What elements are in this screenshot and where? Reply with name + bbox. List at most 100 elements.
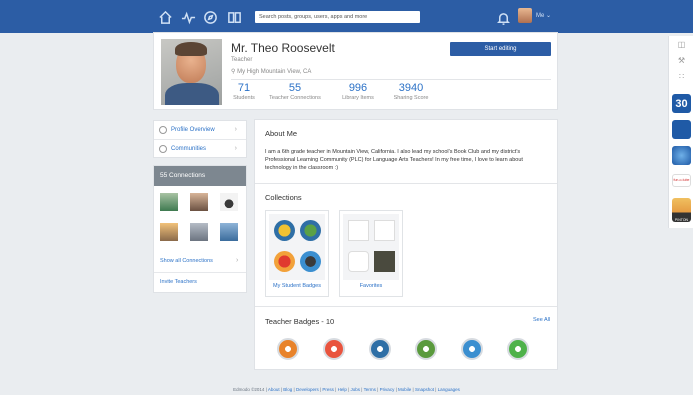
profile-header-card: Mr. Theo Roosevelt Teacher ⚲ My High Mou… — [153, 32, 558, 110]
divider — [154, 272, 246, 273]
home-icon[interactable] — [157, 9, 173, 25]
collection-favorites[interactable]: Favorites — [339, 210, 403, 297]
footer-link-about[interactable]: About — [268, 387, 280, 392]
footer-link-jobs[interactable]: Jobs — [351, 387, 361, 392]
right-app-rail: ◫ ⚒ ∷ 30 fun-o-tube PINTON — [668, 36, 693, 228]
divider — [255, 306, 557, 307]
teacher-badge[interactable] — [415, 338, 437, 360]
user-menu-label[interactable]: Me ⌄ — [536, 12, 551, 19]
stat-value: 55 — [288, 82, 302, 94]
stat-label: Sharing Score — [393, 95, 429, 101]
teacher-badge[interactable] — [277, 338, 299, 360]
stat-label: Students — [233, 95, 255, 101]
footer-link-blog[interactable]: Blog — [283, 387, 292, 392]
school-label: My High Mountain View, CA — [237, 69, 312, 75]
badge-thumb — [274, 220, 295, 241]
footer-link-snapshot[interactable]: Snapshot — [415, 387, 434, 392]
pinton-app-icon[interactable]: PINTON — [672, 198, 691, 222]
collection-my-student-badges[interactable]: My Student Badges — [265, 210, 329, 297]
connection-avatar[interactable] — [190, 193, 208, 211]
wrench-icon[interactable]: ⚒ — [674, 56, 689, 66]
image-thumb — [374, 251, 395, 272]
teacher-badges-title: Teacher Badges - 10 — [265, 317, 335, 326]
sidebar-nav: Profile Overview › Communities › — [153, 120, 247, 158]
connections-card: 55 Connections Show all Connections › In… — [153, 165, 247, 293]
stat-label: Library Items — [342, 95, 374, 101]
footer-link-developers[interactable]: Developers — [296, 387, 319, 392]
collection-preview — [343, 214, 399, 280]
collection-preview — [269, 214, 325, 280]
divider — [231, 79, 551, 80]
teacher-badge[interactable] — [507, 338, 529, 360]
backpack-icon[interactable]: ◫ — [674, 40, 689, 50]
profile-school: ⚲ My High Mountain View, CA — [231, 68, 311, 75]
about-title: About Me — [265, 129, 298, 138]
footer-link-press[interactable]: Press — [322, 387, 334, 392]
apps-grid-icon[interactable]: ∷ — [674, 72, 689, 82]
see-all-badges-link[interactable]: See All — [533, 317, 550, 323]
sidebar-item-profile-overview[interactable]: Profile Overview › — [154, 121, 246, 139]
sidebar-item-label: Profile Overview — [171, 127, 215, 133]
stat-sharing-score[interactable]: 3940 Sharing Score — [391, 82, 431, 101]
badge-thumb — [300, 220, 321, 241]
chat-bubble-icon — [348, 251, 369, 272]
connections-title: 55 Connections — [154, 166, 246, 186]
calendar-app-icon[interactable]: 30 — [672, 94, 691, 113]
collection-label: My Student Badges — [272, 283, 321, 289]
connection-avatar[interactable] — [190, 223, 208, 241]
location-pin-icon: ⚲ — [231, 69, 236, 75]
footer: Edmodo ©2014 | About | Blog | Developers… — [233, 387, 460, 392]
footer-link-help[interactable]: Help — [338, 387, 347, 392]
sidebar-item-label: Communities — [171, 146, 207, 152]
teacher-badge[interactable] — [461, 338, 483, 360]
globe-icon — [374, 220, 395, 241]
globe-icon — [159, 145, 167, 153]
teacher-badge[interactable] — [369, 338, 391, 360]
collections-title: Collections — [265, 193, 302, 202]
sidebar-item-communities[interactable]: Communities › — [154, 140, 246, 158]
divider — [255, 183, 557, 184]
fun-o-tube-app-icon[interactable]: fun-o-tube — [672, 174, 691, 187]
stat-value: 3940 — [398, 82, 424, 94]
connection-avatar[interactable] — [220, 223, 238, 241]
footer-link-terms[interactable]: Terms — [364, 387, 376, 392]
collection-label: Favorites — [359, 283, 383, 289]
bell-icon[interactable] — [495, 10, 511, 26]
chevron-right-icon: › — [236, 257, 239, 264]
show-all-connections-link[interactable]: Show all Connections — [160, 258, 213, 264]
activity-icon[interactable] — [180, 9, 196, 25]
globe-app-icon[interactable] — [672, 146, 691, 165]
connection-avatar[interactable] — [160, 193, 178, 211]
top-navigation-bar: Search posts, groups, users, apps and mo… — [0, 0, 693, 33]
library-icon[interactable] — [226, 9, 242, 25]
chevron-right-icon: › — [234, 126, 237, 133]
stat-students[interactable]: 71 Students — [231, 82, 257, 101]
badge-thumb — [274, 251, 295, 272]
footer-copyright: Edmodo ©2014 — [233, 387, 265, 392]
stat-label: Teacher Connections — [269, 95, 321, 101]
profile-role: Teacher — [231, 57, 253, 63]
user-avatar[interactable] — [518, 8, 532, 23]
document-icon — [348, 220, 369, 241]
start-editing-button[interactable]: Start editing — [450, 42, 551, 56]
search-app-icon[interactable] — [672, 120, 691, 139]
stat-value: 71 — [237, 82, 251, 94]
profile-photo — [161, 39, 222, 105]
teacher-badge[interactable] — [323, 338, 345, 360]
search-input[interactable]: Search posts, groups, users, apps and mo… — [255, 11, 420, 23]
footer-link-privacy[interactable]: Privacy — [380, 387, 395, 392]
chevron-right-icon: › — [234, 145, 237, 152]
connection-avatar[interactable] — [220, 193, 238, 211]
connection-avatar[interactable] — [160, 223, 178, 241]
footer-link-languages[interactable]: Languages — [438, 387, 460, 392]
badge-thumb — [300, 251, 321, 272]
stat-library-items[interactable]: 996 Library Items — [338, 82, 378, 101]
footer-link-mobile[interactable]: Mobile — [398, 387, 411, 392]
info-icon — [159, 126, 167, 134]
discover-icon[interactable] — [202, 9, 218, 25]
about-text: I am a 6th grade teacher in Mountain Vie… — [265, 149, 523, 171]
stat-teacher-connections[interactable]: 55 Teacher Connections — [267, 82, 323, 101]
invite-teachers-link[interactable]: Invite Teachers — [160, 279, 197, 285]
stat-value: 996 — [348, 82, 368, 94]
profile-name: Mr. Theo Roosevelt — [231, 41, 335, 55]
